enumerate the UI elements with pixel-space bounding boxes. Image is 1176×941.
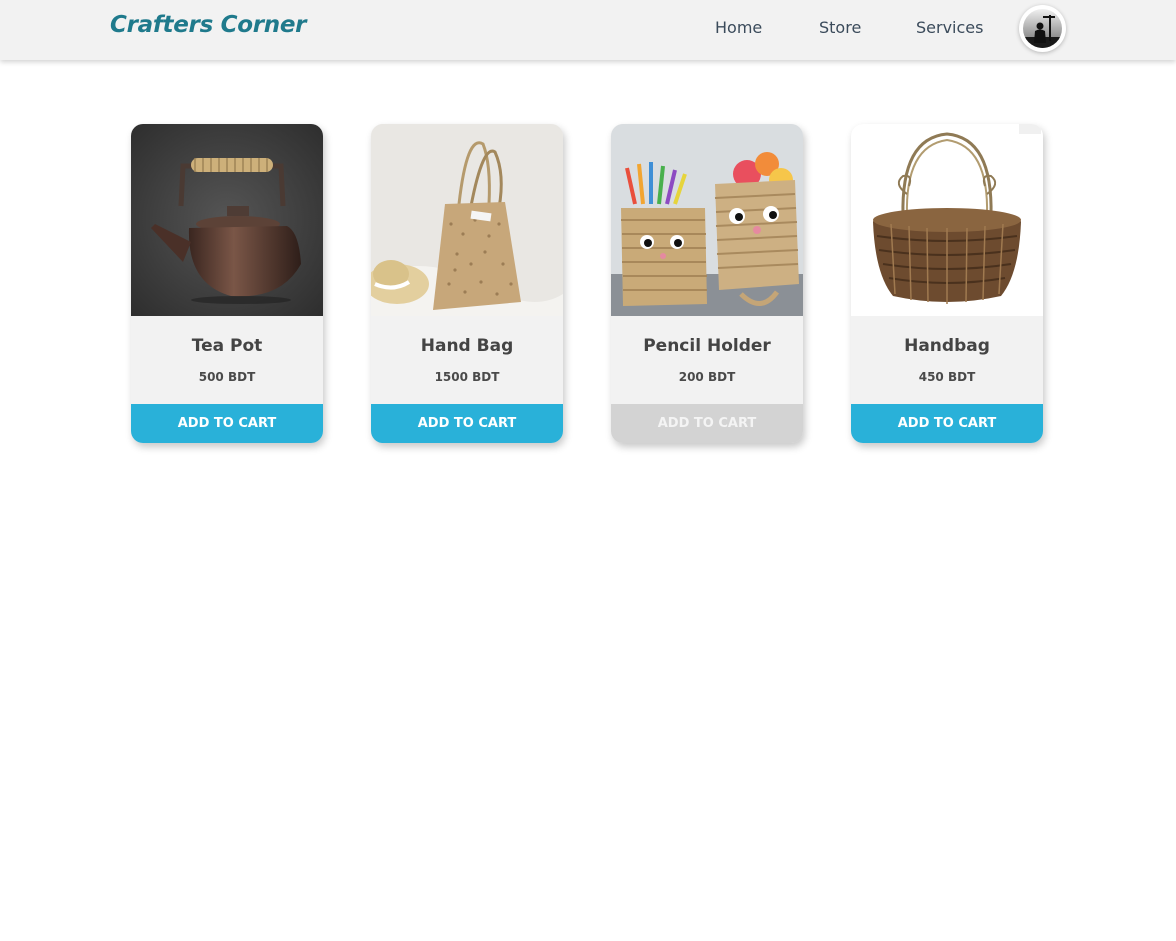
product-price: 200 BDT xyxy=(678,370,736,384)
nav-links: Home Store Services xyxy=(0,18,1176,42)
nav-link-services[interactable]: Services xyxy=(916,18,983,37)
product-card: Hand Bag 1500 BDT ADD TO CART xyxy=(371,124,563,443)
pencil-holder-image xyxy=(611,124,803,316)
product-card: Pencil Holder 200 BDT ADD TO CART xyxy=(611,124,803,443)
nav-link-store[interactable]: Store xyxy=(819,18,861,37)
product-price: 500 BDT xyxy=(198,370,256,384)
basket-image xyxy=(851,124,1043,316)
add-to-cart-button[interactable]: ADD TO CART xyxy=(851,404,1043,443)
product-name: Tea Pot xyxy=(191,336,263,356)
product-card: Handbag 450 BDT ADD TO CART xyxy=(851,124,1043,443)
product-price: 450 BDT xyxy=(918,370,976,384)
product-name: Hand Bag xyxy=(420,336,514,356)
navbar: Crafters Corner Home Store Services xyxy=(0,0,1176,60)
nav-link-home[interactable]: Home xyxy=(715,18,762,37)
user-avatar[interactable] xyxy=(1019,5,1066,52)
product-name: Pencil Holder xyxy=(643,336,771,356)
user-avatar-icon xyxy=(1023,9,1062,48)
product-card: Tea Pot 500 BDT ADD TO CART xyxy=(131,124,323,443)
product-name: Handbag xyxy=(904,336,990,356)
add-to-cart-button[interactable]: ADD TO CART xyxy=(131,404,323,443)
product-price: 1500 BDT xyxy=(434,370,500,384)
add-to-cart-button[interactable]: ADD TO CART xyxy=(611,404,803,443)
teapot-image xyxy=(131,124,323,316)
add-to-cart-button[interactable]: ADD TO CART xyxy=(371,404,563,443)
handbag-image xyxy=(371,124,563,316)
